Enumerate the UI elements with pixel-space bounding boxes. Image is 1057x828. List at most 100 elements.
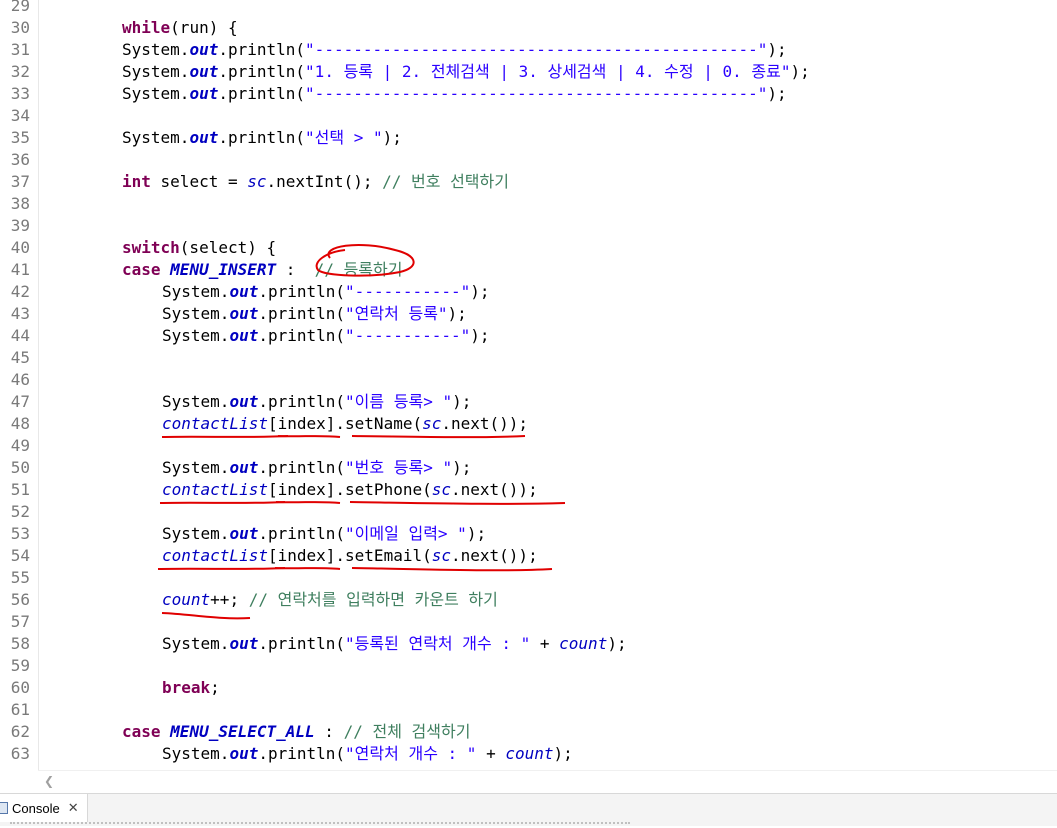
code-text: System.out.println("이메일 입력> "); <box>162 523 486 545</box>
code-token: out <box>189 40 219 59</box>
code-token: .println( <box>258 458 346 477</box>
console-output <box>10 822 630 828</box>
code-token: System. <box>162 392 230 411</box>
code-token: break <box>162 678 211 697</box>
code-token: System. <box>162 524 230 543</box>
line-number: 34 <box>10 106 30 125</box>
code-token: System. <box>162 458 230 477</box>
code-token: "선택 > " <box>305 128 383 147</box>
code-token: sc <box>422 414 442 433</box>
code-text: System.out.println("연락처 개수 : " + count); <box>162 743 573 765</box>
console-tab-label: Console <box>12 800 60 816</box>
line-number: 48 <box>10 414 30 433</box>
line-number: 47 <box>10 392 30 411</box>
code-token: while <box>122 18 171 37</box>
code-token: System. <box>122 40 190 59</box>
code-token: "연락처 개수 : " <box>345 744 477 763</box>
code-token: [index].setPhone( <box>267 480 432 499</box>
code-line: 33 System.out.println("------------------… <box>0 83 1057 105</box>
code-line: 34 <box>0 105 1057 127</box>
close-icon[interactable]: ✕ <box>68 801 79 816</box>
line-number: 50 <box>10 458 30 477</box>
code-token: .next()); <box>441 414 529 433</box>
code-token: "-----------" <box>345 326 471 345</box>
code-line: 54 contactList[index].setEmail(sc.next())… <box>0 545 1057 567</box>
tab-console[interactable]: Console ✕ <box>0 794 88 822</box>
code-token: "등록된 연락처 개수 : " <box>345 634 531 653</box>
line-number: 55 <box>10 568 30 587</box>
code-line: 52 <box>0 501 1057 523</box>
line-number: 32 <box>10 62 30 81</box>
code-token: out <box>229 326 259 345</box>
line-number: 44 <box>10 326 30 345</box>
code-line: 36 <box>0 149 1057 171</box>
code-line: 44 System.out.println("-----------"); <box>0 325 1057 347</box>
code-line: 42 System.out.println("-----------"); <box>0 281 1057 303</box>
code-text: System.out.println("1. 등록 | 2. 전체검색 | 3.… <box>122 61 810 83</box>
code-token: count <box>559 634 608 653</box>
code-token: System. <box>162 634 230 653</box>
bottom-panel: Console ✕ <box>0 793 1057 826</box>
code-line: 51 contactList[index].setPhone(sc.next())… <box>0 479 1057 501</box>
code-text: case MENU_INSERT : // 등록하기 <box>122 259 402 281</box>
line-number: 37 <box>10 172 30 191</box>
horizontal-scrollbar[interactable]: ❮ <box>38 770 1057 793</box>
code-token: [index].setEmail( <box>267 546 432 565</box>
console-icon <box>0 802 8 814</box>
code-token: contactList <box>162 414 268 433</box>
code-line: 38 <box>0 193 1057 215</box>
line-number: 33 <box>10 84 30 103</box>
code-line: 40 switch(select) { <box>0 237 1057 259</box>
code-text: int select = sc.nextInt(); // 번호 선택하기 <box>122 171 509 193</box>
code-token: .println( <box>218 62 306 81</box>
code-line: 59 <box>0 655 1057 677</box>
code-text: break; <box>162 677 220 699</box>
code-token: ); <box>790 62 810 81</box>
code-token: out <box>229 634 259 653</box>
code-token: case <box>122 260 161 279</box>
line-number: 61 <box>10 700 30 719</box>
code-text: System.out.println("이름 등록> "); <box>162 391 471 413</box>
code-line: 60 break; <box>0 677 1057 699</box>
code-text: case MENU_SELECT_ALL : // 전체 검색하기 <box>122 721 470 743</box>
code-token: ++; <box>210 590 249 609</box>
code-line: 47 System.out.println("이름 등록> "); <box>0 391 1057 413</box>
code-token: System. <box>122 128 190 147</box>
code-token: System. <box>162 326 230 345</box>
code-line: 35 System.out.println("선택 > "); <box>0 127 1057 149</box>
code-token: switch <box>122 238 180 257</box>
code-token: (select) { <box>179 238 277 257</box>
code-line: 46 <box>0 369 1057 391</box>
code-token: + <box>530 634 560 653</box>
code-line: 61 <box>0 699 1057 721</box>
code-token: ); <box>466 524 487 543</box>
code-token: : <box>314 722 344 741</box>
code-token: out <box>229 744 259 763</box>
code-token: sc <box>247 172 267 191</box>
code-token: System. <box>162 744 230 763</box>
line-number: 57 <box>10 612 30 631</box>
line-number: 56 <box>10 590 30 609</box>
line-number: 60 <box>10 678 30 697</box>
code-token: .println( <box>258 524 346 543</box>
code-token: out <box>189 84 219 103</box>
line-number: 59 <box>10 656 30 675</box>
code-token: .println( <box>258 282 346 301</box>
line-number: 63 <box>10 744 30 763</box>
code-token: out <box>229 458 259 477</box>
code-token: ); <box>607 634 627 653</box>
line-number: 54 <box>10 546 30 565</box>
code-token: sc <box>431 546 451 565</box>
code-token: select = <box>150 172 248 191</box>
code-token: case <box>122 722 161 741</box>
code-text: System.out.println("번호 등록> "); <box>162 457 471 479</box>
code-line: 62 case MENU_SELECT_ALL : // 전체 검색하기 <box>0 721 1057 743</box>
code-token: System. <box>162 282 230 301</box>
code-token: count <box>162 590 211 609</box>
code-token: // 번호 선택하기 <box>382 172 509 191</box>
code-editor[interactable]: 29 30 while(run) {31 System.out.println("--… <box>0 0 1057 770</box>
code-line: 45 <box>0 347 1057 369</box>
chevron-left-icon[interactable]: ❮ <box>44 774 54 788</box>
code-line: 55 <box>0 567 1057 589</box>
line-number: 36 <box>10 150 30 169</box>
